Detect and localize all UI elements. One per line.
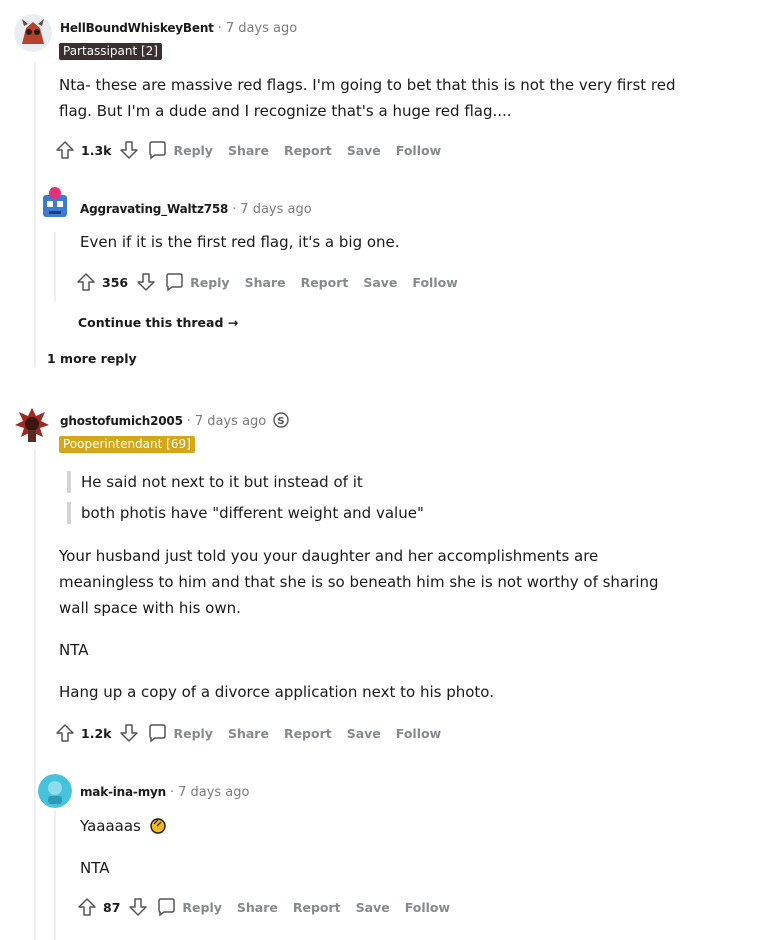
comment-body: Your husband just told you your daughter… <box>59 543 759 621</box>
thread-line[interactable] <box>54 810 56 940</box>
comment-paragraph: NTA <box>59 641 89 659</box>
report-button[interactable]: Report <box>301 275 349 290</box>
user-flair: Pooperintendant [69] <box>59 436 195 453</box>
comment-line: Yaaaaas <box>80 817 141 835</box>
save-button[interactable]: Save <box>347 726 381 741</box>
comment-meta: ghostofumich2005 · 7 days ago S <box>60 412 289 429</box>
comment-meta: HellBoundWhiskeyBent · 7 days ago <box>60 20 297 36</box>
blockquote: He said not next to it but instead of it <box>67 471 363 493</box>
reply-button[interactable]: Reply <box>164 272 230 292</box>
share-button[interactable]: Share <box>245 275 286 290</box>
avatar[interactable] <box>37 185 73 221</box>
save-button[interactable]: Save <box>347 143 381 158</box>
comment-bubble-icon <box>158 898 176 917</box>
upvote-icon[interactable] <box>55 723 75 743</box>
timestamp[interactable]: 7 days ago <box>240 202 311 217</box>
more-replies-link[interactable]: 1 more reply <box>47 351 137 366</box>
comment-body: Nta- these are massive red flags. I'm go… <box>59 72 749 124</box>
author-name[interactable]: ghostofumich2005 <box>60 414 183 428</box>
reply-label: Reply <box>173 725 213 741</box>
thread-line[interactable] <box>54 232 56 302</box>
comment-body: Even if it is the first red flag, it's a… <box>80 229 740 255</box>
comment-paragraph: Hang up a copy of a divorce application … <box>59 683 494 701</box>
reply-button[interactable]: Reply <box>156 897 222 917</box>
share-button[interactable]: Share <box>228 143 269 158</box>
blockquote: both photis have "different weight and v… <box>67 502 424 524</box>
comment-bubble-icon <box>149 724 167 743</box>
comment-line: meaningless to him and that she is so be… <box>59 573 659 591</box>
reply-button[interactable]: Reply <box>147 723 213 743</box>
report-button[interactable]: Report <box>284 143 332 158</box>
upvote-icon[interactable] <box>77 897 97 917</box>
avatar[interactable] <box>38 774 72 808</box>
save-button[interactable]: Save <box>363 275 397 290</box>
comment-actions: 356 Reply Share Report Save Follow <box>76 272 458 292</box>
quote-line: both photis have "different weight and v… <box>81 504 424 522</box>
upvote-icon[interactable] <box>55 140 75 160</box>
timestamp[interactable]: 7 days ago <box>195 414 266 429</box>
follow-button[interactable]: Follow <box>405 900 450 915</box>
save-button[interactable]: Save <box>356 900 390 915</box>
timestamp[interactable]: 7 days ago <box>178 785 249 800</box>
comment-bubble-icon <box>166 273 183 292</box>
comment-body: Yaaaaas <box>80 813 167 839</box>
downvote-icon[interactable] <box>119 723 139 743</box>
author-name[interactable]: mak-ina-myn <box>80 785 166 799</box>
follow-button[interactable]: Follow <box>412 275 457 290</box>
separator: · <box>186 414 191 429</box>
upvote-icon[interactable] <box>76 272 96 292</box>
reply-label: Reply <box>190 274 230 290</box>
user-flair: Partassipant [2] <box>59 43 162 60</box>
comment-line: Nta- these are massive red flags. I'm go… <box>59 76 676 94</box>
separator: · <box>232 202 237 217</box>
author-name[interactable]: HellBoundWhiskeyBent <box>60 21 214 35</box>
report-button[interactable]: Report <box>284 726 332 741</box>
continue-thread-link[interactable]: Continue this thread → <box>78 315 238 330</box>
clapping-hands-icon <box>149 818 166 834</box>
share-button[interactable]: Share <box>237 900 278 915</box>
vote-score: 87 <box>103 899 121 915</box>
vote-score: 1.3k <box>81 142 112 158</box>
downvote-icon[interactable] <box>136 272 156 292</box>
comment-actions: 87 Reply Share Report Save Follow <box>77 897 450 917</box>
reply-label: Reply <box>182 899 222 915</box>
comment-line: flag. But I'm a dude and I recognize tha… <box>59 102 512 120</box>
comment-actions: 1.3k Reply Share Report Save Follow <box>55 140 441 160</box>
share-button[interactable]: Share <box>228 726 269 741</box>
vote-score: 1.2k <box>81 725 112 741</box>
comment-meta: mak-ina-myn · 7 days ago <box>80 784 249 800</box>
comment-actions: 1.2k Reply Share Report Save Follow <box>55 723 441 743</box>
follow-button[interactable]: Follow <box>396 143 441 158</box>
coin-award-icon[interactable]: S <box>273 412 289 428</box>
thread-line[interactable] <box>34 450 36 940</box>
separator: · <box>217 21 222 36</box>
comment-line: Your husband just told you your daughter… <box>59 547 599 565</box>
reply-label: Reply <box>173 142 213 158</box>
comment-line: wall space with his own. <box>59 599 241 617</box>
svg-text:S: S <box>278 416 285 427</box>
avatar[interactable] <box>12 404 52 444</box>
separator: · <box>169 785 175 800</box>
reply-button[interactable]: Reply <box>147 140 213 160</box>
comment-meta: Aggravating_Waltz758 · 7 days ago <box>80 201 312 217</box>
downvote-icon[interactable] <box>119 140 139 160</box>
author-name[interactable]: Aggravating_Waltz758 <box>80 202 228 216</box>
avatar[interactable] <box>14 14 52 52</box>
thread-line[interactable] <box>34 62 36 367</box>
report-button[interactable]: Report <box>293 900 341 915</box>
downvote-icon[interactable] <box>128 897 148 917</box>
follow-button[interactable]: Follow <box>396 726 441 741</box>
comment-paragraph: NTA <box>80 859 110 877</box>
comment-line: Even if it is the first red flag, it's a… <box>80 233 400 251</box>
vote-score: 356 <box>102 274 129 290</box>
timestamp[interactable]: 7 days ago <box>226 21 297 36</box>
comment-bubble-icon <box>149 141 167 160</box>
quote-line: He said not next to it but instead of it <box>81 473 363 491</box>
